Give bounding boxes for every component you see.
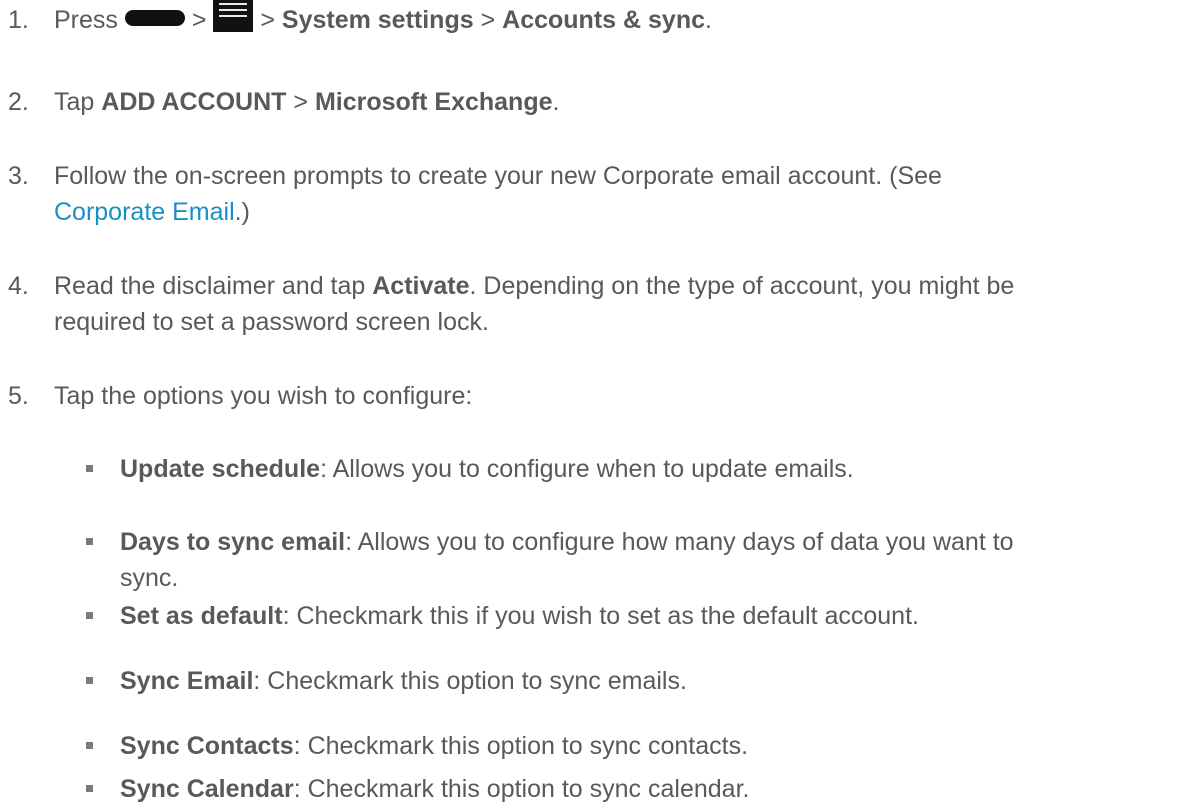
step-number: 4. — [8, 272, 29, 300]
step-text: Follow the on-screen prompts to create y… — [54, 158, 1164, 230]
system-settings-term: System settings — [281, 6, 474, 34]
option-description: : Allows you to configure when to update… — [320, 455, 854, 483]
step-text: Tap the options you wish to configure: — [54, 378, 1164, 414]
option-term: Update schedule — [120, 455, 321, 483]
step-number: 2. — [8, 88, 29, 116]
separator: > — [260, 6, 275, 34]
separator: > — [293, 88, 308, 116]
step-line: Follow the on-screen prompts to create y… — [54, 162, 942, 190]
corporate-email-link[interactable]: Corporate Email — [54, 198, 235, 226]
bullet-icon — [86, 612, 93, 619]
step-text: Press > > System settings > Accounts & s… — [54, 0, 1164, 40]
option-description: : Checkmark this option to sync contacts… — [293, 732, 749, 760]
bullet-icon — [86, 465, 93, 472]
punctuation: . — [552, 88, 560, 116]
bullet-icon — [86, 538, 93, 545]
add-account-term: ADD ACCOUNT — [101, 88, 287, 116]
activate-term: Activate — [372, 272, 470, 300]
option-description: sync. — [120, 564, 179, 592]
bullet-icon — [86, 677, 93, 684]
option-term: Sync Contacts — [120, 732, 294, 760]
option-term: Sync Calendar — [120, 775, 294, 803]
option-term: Set as default — [120, 602, 283, 630]
step-number: 3. — [8, 162, 29, 190]
bullet-icon — [86, 785, 93, 792]
step-text: Tap ADD ACCOUNT > Microsoft Exchange. — [54, 84, 1164, 120]
option-description: : Checkmark this option to sync calendar… — [293, 775, 750, 803]
tap-text: Tap — [54, 88, 95, 116]
punctuation: . — [705, 6, 712, 34]
option-term: Sync Email — [120, 667, 254, 695]
press-text: Press — [54, 6, 118, 34]
menu-icon — [213, 0, 254, 33]
option-term: Days to sync email — [120, 528, 346, 556]
step-line: Read the disclaimer and tap — [54, 272, 366, 300]
power-button-icon — [124, 10, 185, 27]
bullet-icon — [86, 742, 93, 749]
option-description: : Allows you to configure how many days … — [345, 528, 1014, 556]
separator: > — [191, 6, 207, 34]
step-line: required to set a password screen lock. — [54, 308, 489, 336]
accounts-sync-term: Accounts & sync — [502, 6, 705, 34]
option-description: : Checkmark this option to sync emails. — [253, 667, 687, 695]
separator: > — [480, 6, 496, 34]
punctuation: .) — [234, 198, 250, 226]
step-line: Tap the options you wish to configure: — [54, 382, 473, 410]
option-description: : Checkmark this if you wish to set as t… — [282, 602, 919, 630]
step-number: 5. — [8, 382, 29, 410]
microsoft-exchange-term: Microsoft Exchange — [314, 88, 553, 116]
step-line: . Depending on the type of account, you … — [469, 272, 1015, 300]
instruction-document: 1. Press > > System settings > Accounts … — [0, 0, 1193, 811]
step-number: 1. — [8, 6, 29, 34]
step-text: Read the disclaimer and tap Activate. De… — [54, 268, 1164, 340]
